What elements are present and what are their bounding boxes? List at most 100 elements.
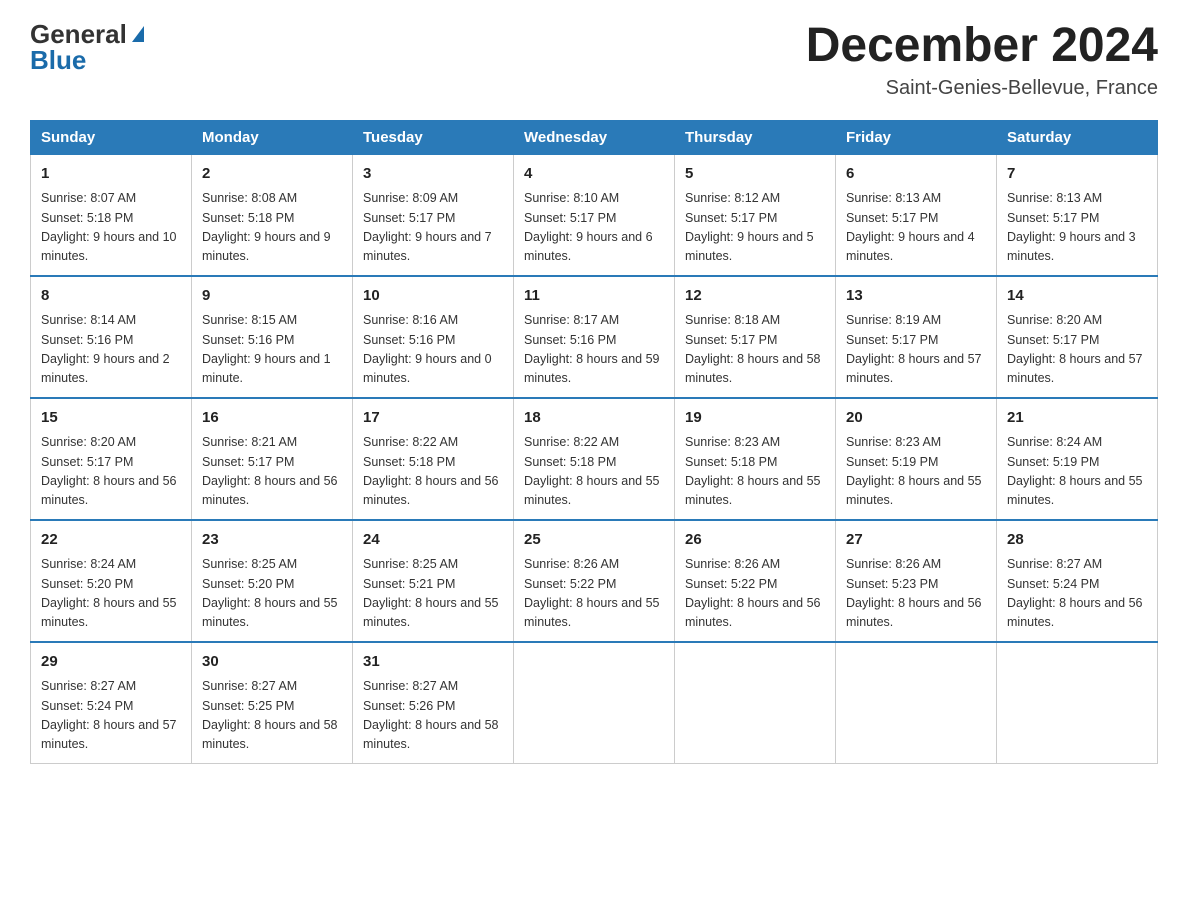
logo: General Blue — [30, 20, 144, 76]
day-info: Sunrise: 8:19 AM Sunset: 5:17 PM Dayligh… — [846, 311, 986, 389]
table-row: 22 Sunrise: 8:24 AM Sunset: 5:20 PM Dayl… — [31, 520, 192, 642]
day-number: 19 — [685, 407, 825, 430]
table-row: 9 Sunrise: 8:15 AM Sunset: 5:16 PM Dayli… — [192, 276, 353, 398]
day-number: 3 — [363, 163, 503, 186]
day-number: 20 — [846, 407, 986, 430]
day-info: Sunrise: 8:24 AM Sunset: 5:19 PM Dayligh… — [1007, 433, 1147, 511]
day-info: Sunrise: 8:12 AM Sunset: 5:17 PM Dayligh… — [685, 189, 825, 267]
calendar-week-row: 29 Sunrise: 8:27 AM Sunset: 5:24 PM Dayl… — [31, 642, 1158, 764]
table-row: 28 Sunrise: 8:27 AM Sunset: 5:24 PM Dayl… — [997, 520, 1158, 642]
table-row — [997, 642, 1158, 764]
table-row: 8 Sunrise: 8:14 AM Sunset: 5:16 PM Dayli… — [31, 276, 192, 398]
location-title: Saint-Genies-Bellevue, France — [806, 77, 1158, 100]
day-info: Sunrise: 8:21 AM Sunset: 5:17 PM Dayligh… — [202, 433, 342, 511]
day-number: 12 — [685, 285, 825, 308]
day-info: Sunrise: 8:22 AM Sunset: 5:18 PM Dayligh… — [524, 433, 664, 511]
table-row: 24 Sunrise: 8:25 AM Sunset: 5:21 PM Dayl… — [353, 520, 514, 642]
table-row: 23 Sunrise: 8:25 AM Sunset: 5:20 PM Dayl… — [192, 520, 353, 642]
day-number: 15 — [41, 407, 181, 430]
day-info: Sunrise: 8:27 AM Sunset: 5:25 PM Dayligh… — [202, 677, 342, 755]
table-row: 1 Sunrise: 8:07 AM Sunset: 5:18 PM Dayli… — [31, 154, 192, 276]
table-row: 5 Sunrise: 8:12 AM Sunset: 5:17 PM Dayli… — [675, 154, 836, 276]
day-number: 17 — [363, 407, 503, 430]
day-number: 8 — [41, 285, 181, 308]
day-number: 26 — [685, 529, 825, 552]
table-row: 12 Sunrise: 8:18 AM Sunset: 5:17 PM Dayl… — [675, 276, 836, 398]
table-row — [514, 642, 675, 764]
day-number: 31 — [363, 651, 503, 674]
col-monday: Monday — [192, 120, 353, 154]
day-info: Sunrise: 8:23 AM Sunset: 5:19 PM Dayligh… — [846, 433, 986, 511]
table-row: 16 Sunrise: 8:21 AM Sunset: 5:17 PM Dayl… — [192, 398, 353, 520]
table-row — [675, 642, 836, 764]
day-info: Sunrise: 8:27 AM Sunset: 5:24 PM Dayligh… — [41, 677, 181, 755]
day-info: Sunrise: 8:16 AM Sunset: 5:16 PM Dayligh… — [363, 311, 503, 389]
day-number: 14 — [1007, 285, 1147, 308]
day-info: Sunrise: 8:10 AM Sunset: 5:17 PM Dayligh… — [524, 189, 664, 267]
day-number: 6 — [846, 163, 986, 186]
day-info: Sunrise: 8:18 AM Sunset: 5:17 PM Dayligh… — [685, 311, 825, 389]
col-wednesday: Wednesday — [514, 120, 675, 154]
day-number: 2 — [202, 163, 342, 186]
calendar-week-row: 15 Sunrise: 8:20 AM Sunset: 5:17 PM Dayl… — [31, 398, 1158, 520]
table-row: 19 Sunrise: 8:23 AM Sunset: 5:18 PM Dayl… — [675, 398, 836, 520]
calendar-header-row: Sunday Monday Tuesday Wednesday Thursday… — [31, 120, 1158, 154]
day-info: Sunrise: 8:08 AM Sunset: 5:18 PM Dayligh… — [202, 189, 342, 267]
day-number: 9 — [202, 285, 342, 308]
day-number: 27 — [846, 529, 986, 552]
day-number: 10 — [363, 285, 503, 308]
col-thursday: Thursday — [675, 120, 836, 154]
calendar-week-row: 1 Sunrise: 8:07 AM Sunset: 5:18 PM Dayli… — [31, 154, 1158, 276]
day-info: Sunrise: 8:20 AM Sunset: 5:17 PM Dayligh… — [1007, 311, 1147, 389]
day-number: 28 — [1007, 529, 1147, 552]
calendar-table: Sunday Monday Tuesday Wednesday Thursday… — [30, 120, 1158, 764]
day-info: Sunrise: 8:20 AM Sunset: 5:17 PM Dayligh… — [41, 433, 181, 511]
day-number: 29 — [41, 651, 181, 674]
day-number: 22 — [41, 529, 181, 552]
day-number: 24 — [363, 529, 503, 552]
table-row: 7 Sunrise: 8:13 AM Sunset: 5:17 PM Dayli… — [997, 154, 1158, 276]
day-number: 25 — [524, 529, 664, 552]
logo-blue-text: Blue — [30, 45, 86, 76]
logo-triangle-icon — [132, 26, 144, 42]
col-friday: Friday — [836, 120, 997, 154]
table-row: 4 Sunrise: 8:10 AM Sunset: 5:17 PM Dayli… — [514, 154, 675, 276]
day-number: 4 — [524, 163, 664, 186]
table-row — [836, 642, 997, 764]
day-number: 13 — [846, 285, 986, 308]
day-info: Sunrise: 8:25 AM Sunset: 5:20 PM Dayligh… — [202, 555, 342, 633]
table-row: 10 Sunrise: 8:16 AM Sunset: 5:16 PM Dayl… — [353, 276, 514, 398]
day-info: Sunrise: 8:23 AM Sunset: 5:18 PM Dayligh… — [685, 433, 825, 511]
table-row: 27 Sunrise: 8:26 AM Sunset: 5:23 PM Dayl… — [836, 520, 997, 642]
table-row: 2 Sunrise: 8:08 AM Sunset: 5:18 PM Dayli… — [192, 154, 353, 276]
day-number: 1 — [41, 163, 181, 186]
day-info: Sunrise: 8:26 AM Sunset: 5:23 PM Dayligh… — [846, 555, 986, 633]
day-info: Sunrise: 8:07 AM Sunset: 5:18 PM Dayligh… — [41, 189, 181, 267]
day-info: Sunrise: 8:17 AM Sunset: 5:16 PM Dayligh… — [524, 311, 664, 389]
day-info: Sunrise: 8:26 AM Sunset: 5:22 PM Dayligh… — [685, 555, 825, 633]
table-row: 11 Sunrise: 8:17 AM Sunset: 5:16 PM Dayl… — [514, 276, 675, 398]
day-info: Sunrise: 8:27 AM Sunset: 5:24 PM Dayligh… — [1007, 555, 1147, 633]
table-row: 26 Sunrise: 8:26 AM Sunset: 5:22 PM Dayl… — [675, 520, 836, 642]
table-row: 25 Sunrise: 8:26 AM Sunset: 5:22 PM Dayl… — [514, 520, 675, 642]
day-info: Sunrise: 8:15 AM Sunset: 5:16 PM Dayligh… — [202, 311, 342, 389]
table-row: 3 Sunrise: 8:09 AM Sunset: 5:17 PM Dayli… — [353, 154, 514, 276]
day-number: 18 — [524, 407, 664, 430]
calendar-week-row: 22 Sunrise: 8:24 AM Sunset: 5:20 PM Dayl… — [31, 520, 1158, 642]
col-sunday: Sunday — [31, 120, 192, 154]
day-number: 11 — [524, 285, 664, 308]
day-number: 7 — [1007, 163, 1147, 186]
col-tuesday: Tuesday — [353, 120, 514, 154]
table-row: 13 Sunrise: 8:19 AM Sunset: 5:17 PM Dayl… — [836, 276, 997, 398]
table-row: 6 Sunrise: 8:13 AM Sunset: 5:17 PM Dayli… — [836, 154, 997, 276]
table-row: 20 Sunrise: 8:23 AM Sunset: 5:19 PM Dayl… — [836, 398, 997, 520]
day-info: Sunrise: 8:13 AM Sunset: 5:17 PM Dayligh… — [846, 189, 986, 267]
day-info: Sunrise: 8:22 AM Sunset: 5:18 PM Dayligh… — [363, 433, 503, 511]
page-header: General Blue December 2024 Saint-Genies-… — [30, 20, 1158, 100]
day-info: Sunrise: 8:27 AM Sunset: 5:26 PM Dayligh… — [363, 677, 503, 755]
month-title: December 2024 — [806, 20, 1158, 73]
day-number: 16 — [202, 407, 342, 430]
table-row: 21 Sunrise: 8:24 AM Sunset: 5:19 PM Dayl… — [997, 398, 1158, 520]
table-row: 14 Sunrise: 8:20 AM Sunset: 5:17 PM Dayl… — [997, 276, 1158, 398]
day-info: Sunrise: 8:14 AM Sunset: 5:16 PM Dayligh… — [41, 311, 181, 389]
